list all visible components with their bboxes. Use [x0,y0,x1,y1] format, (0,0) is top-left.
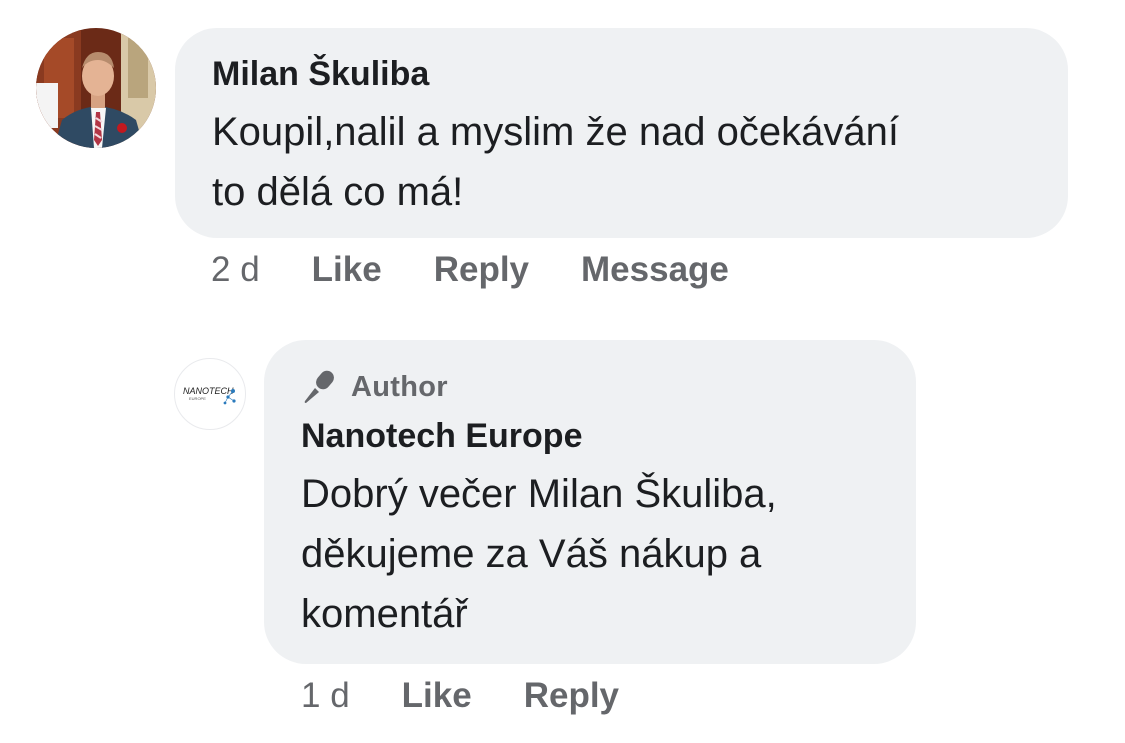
reply-text-line: děkujeme za Váš nákup a [301,532,762,576]
reply-text-line: Dobrý večer Milan Škuliba, [301,472,777,516]
comment-text-line: Koupil,nalil a myslim že nad očekávání [212,110,900,154]
comment-author-name[interactable]: Milan Škuliba [212,54,1032,94]
comment-bubble: Milan Škuliba Koupil,nalil a myslim že n… [175,28,1068,238]
message-button[interactable]: Message [581,250,729,290]
author-badge: Author [301,364,880,410]
reply-button[interactable]: Reply [434,250,529,290]
page-avatar[interactable]: NANOTECH EUROPE [174,358,246,430]
like-button[interactable]: Like [402,676,472,716]
reply-bubble: Author Nanotech Europe Dobrý večer Milan… [264,340,916,664]
commenter-photo [36,28,156,148]
reply-actions: 1 d Like Reply [301,672,671,720]
comment-text-line: to dělá co má! [212,170,464,214]
author-badge-label: Author [351,370,448,403]
logo-text: NANOTECH [183,386,234,396]
comment-actions: 2 d Like Reply Message [211,246,781,294]
commenter-avatar[interactable] [36,28,156,148]
reply-author-name[interactable]: Nanotech Europe [301,416,880,456]
like-button[interactable]: Like [312,250,382,290]
reply-button[interactable]: Reply [524,676,619,716]
comment-timestamp[interactable]: 2 d [211,250,260,290]
logo-subtext: EUROPE [189,396,206,401]
microphone-icon [304,370,334,403]
reply-timestamp[interactable]: 1 d [301,676,350,716]
reply-text-line: komentář [301,592,468,636]
nanotech-logo: NANOTECH EUROPE [183,386,236,405]
